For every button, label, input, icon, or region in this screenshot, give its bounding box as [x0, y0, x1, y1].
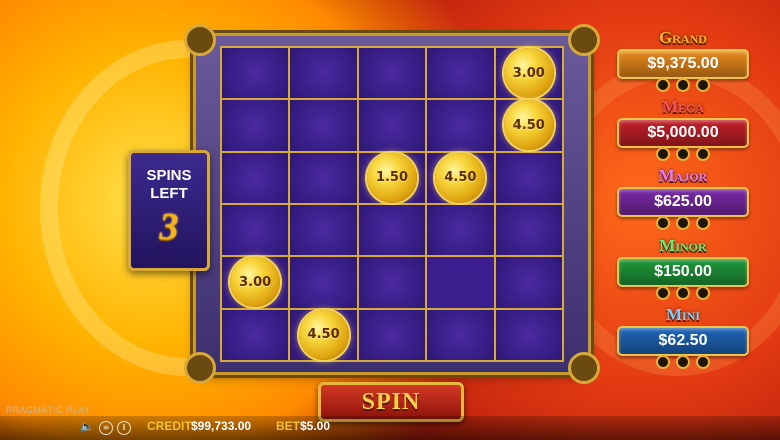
- jackpot-dot-icon: [676, 355, 690, 369]
- game-stage: 3.00 4.50 1.50 4.50 3.00 4.50 SPINS LEFT 3 Gr…: [0, 0, 780, 440]
- jackpot-dot-icon: [676, 286, 690, 300]
- grid-cell: [290, 100, 357, 151]
- grid-cell: [427, 204, 494, 256]
- jackpot-indicator-dots: [614, 354, 752, 369]
- jackpot-name: Major: [658, 166, 708, 185]
- info-icon[interactable]: i: [117, 421, 131, 435]
- coin-value: 3.00: [512, 65, 545, 81]
- jackpot-dot-icon: [696, 286, 710, 300]
- jackpot-value: $62.50: [617, 326, 749, 356]
- grid-cell: 3.00: [495, 48, 562, 99]
- coin-value: 4.50: [444, 170, 477, 186]
- grid-cell: [290, 48, 357, 99]
- jackpot-value: $9,375.00: [617, 49, 749, 79]
- jackpot-mega: Mega $5,000.00: [614, 97, 752, 161]
- spins-left-panel: SPINS LEFT 3: [128, 150, 210, 271]
- grid-cell: [358, 257, 426, 308]
- grid-cell: [495, 204, 562, 256]
- bet-value: $5.00: [300, 419, 331, 433]
- jackpot-name: Grand: [659, 28, 707, 47]
- coin-value: 3.00: [239, 274, 272, 290]
- jackpot-indicator-dots: [614, 77, 752, 92]
- spins-left-count: 3: [159, 206, 179, 248]
- jackpot-indicator-dots: [614, 146, 752, 161]
- grid-cell: [495, 257, 562, 308]
- jackpot-dot-icon: [656, 355, 670, 369]
- grid-cell: [290, 152, 357, 203]
- grid-cell: [222, 48, 289, 99]
- jackpot-dot-icon: [696, 355, 710, 369]
- jackpot-dot-icon: [696, 78, 710, 92]
- grid-cell: [358, 100, 426, 151]
- grid-cell: [495, 152, 562, 203]
- jackpot-value: $625.00: [617, 187, 749, 217]
- coin-symbol: 4.50: [298, 309, 349, 360]
- jackpot-dot-icon: [656, 216, 670, 230]
- jackpot-dot-icon: [656, 147, 670, 161]
- spins-left-label: SPINS LEFT: [131, 167, 207, 203]
- jackpot-name: Mini: [665, 305, 701, 324]
- jackpot-dot-icon: [676, 147, 690, 161]
- reel-grid: 3.00 4.50 1.50 4.50 3.00 4.50: [220, 46, 564, 362]
- coin-symbol: 1.50: [366, 152, 417, 203]
- jackpot-dot-icon: [676, 216, 690, 230]
- jackpot-indicator-dots: [614, 285, 752, 300]
- board-corner-ornament: [184, 24, 216, 56]
- spins-left-label-line2: LEFT: [150, 185, 188, 202]
- credit-label: CREDIT: [147, 419, 192, 433]
- grid-cell: [222, 152, 289, 203]
- grid-cell: 4.50: [495, 100, 562, 151]
- grid-cell: [427, 257, 494, 308]
- spins-left-label-line1: SPINS: [146, 167, 192, 184]
- grid-cell: [427, 309, 494, 360]
- jackpot-dot-icon: [656, 286, 670, 300]
- grid-cell: [358, 309, 426, 360]
- grid-cell: 4.50: [427, 152, 494, 203]
- board-corner-ornament: [184, 352, 216, 384]
- grid-cell: [290, 204, 357, 256]
- grid-cell: [427, 48, 494, 99]
- jackpot-value: $5,000.00: [617, 118, 749, 148]
- coin-symbol: 3.00: [230, 257, 281, 308]
- grid-cell: [290, 257, 357, 308]
- board-corner-ornament: [568, 352, 600, 384]
- grid-cell: 4.50: [290, 309, 357, 360]
- coin-value: 4.50: [307, 327, 340, 343]
- grid-cell: [358, 48, 426, 99]
- board-corner-ornament: [568, 24, 600, 56]
- jackpot-value: $150.00: [617, 257, 749, 287]
- grid-cell: 1.50: [358, 152, 426, 203]
- coin-value: 1.50: [375, 170, 409, 186]
- grid-cell: [222, 309, 289, 360]
- jackpot-dot-icon: [676, 78, 690, 92]
- coin-symbol: 4.50: [435, 152, 486, 203]
- grid-cell: 3.00: [222, 257, 289, 308]
- grid-cell: [222, 100, 289, 151]
- grid-cell: [427, 100, 494, 151]
- coin-symbol: 4.50: [503, 100, 554, 151]
- game-board: 3.00 4.50 1.50 4.50 3.00 4.50: [184, 24, 600, 384]
- jackpot-dot-icon: [656, 78, 670, 92]
- grid-cell: [495, 309, 562, 360]
- menu-icon[interactable]: ≡: [99, 421, 113, 435]
- bet-label: BET: [276, 419, 300, 433]
- grid-cell: [358, 204, 426, 256]
- speaker-icon[interactable]: 🔈: [80, 421, 94, 433]
- jackpot-dot-icon: [696, 147, 710, 161]
- coin-value: 4.50: [512, 117, 545, 133]
- brand-label: PRAGMATIC PLAY: [6, 405, 91, 415]
- jackpot-name: Minor: [659, 236, 707, 255]
- jackpot-name: Mega: [661, 97, 705, 116]
- credit-value: $99,733.00: [191, 419, 252, 433]
- jackpot-major: Major $625.00: [614, 166, 752, 230]
- jackpot-dot-icon: [696, 216, 710, 230]
- jackpot-minor: Minor $150.00: [614, 236, 752, 300]
- jackpot-grand: Grand $9,375.00: [614, 28, 752, 92]
- jackpot-mini: Mini $62.50: [614, 305, 752, 369]
- grid-cell: [222, 204, 289, 256]
- jackpot-indicator-dots: [614, 215, 752, 230]
- coin-symbol: 3.00: [503, 48, 554, 99]
